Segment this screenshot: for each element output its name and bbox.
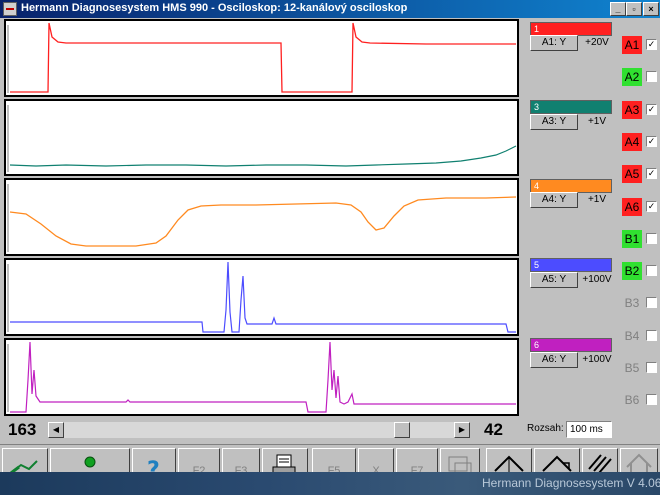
channel-select-label: A4: [622, 132, 642, 151]
channel-a6-scale: +100V: [582, 354, 612, 365]
range-input[interactable]: 100 ms: [566, 421, 612, 438]
channel-select-label: A3: [622, 100, 642, 119]
channel-select-label: A2: [622, 68, 642, 87]
channel-select-a5[interactable]: A5 ✓: [620, 163, 658, 185]
channel-select-checkbox[interactable]: ✓: [646, 168, 657, 180]
channel-select-checkbox[interactable]: ✓: [646, 39, 657, 50]
trace-a4: [7, 184, 517, 252]
channel-header-4: 4: [530, 179, 612, 193]
close-button[interactable]: ×: [643, 2, 659, 16]
trace-a6: [7, 341, 516, 413]
scroll-thumb[interactable]: [394, 422, 410, 438]
channel-header-6: 6: [530, 338, 612, 352]
trace-a1: [7, 22, 516, 93]
channel-select-checkbox[interactable]: [646, 329, 657, 341]
channel-a1-scale: +20V: [585, 37, 609, 48]
time-scrollbar[interactable]: ◀ ▶: [48, 422, 470, 438]
channel-select-b4[interactable]: B4: [620, 325, 658, 347]
channel-a6-button[interactable]: A6: Y: [530, 352, 578, 368]
channel-select-a2[interactable]: A2: [620, 66, 658, 88]
channel-a4-scale: +1V: [587, 194, 607, 205]
position-left: 163: [8, 420, 37, 439]
channel-select-checkbox[interactable]: [646, 265, 657, 277]
channel-select-checkbox[interactable]: [646, 71, 657, 83]
channel-select-label: B1: [622, 229, 642, 248]
title-bar: Hermann Diagnosesystem HMS 990 - Oscilos…: [0, 0, 660, 18]
window-title: Hermann Diagnosesystem HMS 990 - Oscilos…: [21, 2, 408, 14]
app-icon: [3, 2, 17, 16]
channel-select-a4[interactable]: A4 ✓: [620, 131, 658, 153]
channel-select-label: B2: [622, 262, 642, 281]
channel-select-checkbox[interactable]: ✓: [646, 200, 657, 212]
range-label: Rozsah:: [527, 423, 564, 434]
channel-select-checkbox[interactable]: ✓: [646, 135, 657, 147]
channel-header-3: 3: [530, 100, 612, 114]
channel-select-label: A1: [622, 36, 642, 54]
channel-select-b3[interactable]: B3: [620, 292, 658, 314]
trace-a5: [7, 261, 516, 333]
channel-select-a6[interactable]: A6 ✓: [620, 196, 658, 218]
channel-settings: 1 A1: Y +20V 3 A3: Y +1V 4 A4: Y +1V 5 A…: [524, 18, 616, 418]
scroll-left-button[interactable]: ◀: [48, 422, 64, 438]
channel-select-label: B4: [624, 328, 640, 343]
channel-select-checkbox[interactable]: [646, 362, 657, 373]
channel-select-label: B3: [624, 296, 640, 311]
channel-a3-scale: +1V: [587, 116, 607, 127]
channel-select-b6[interactable]: B6: [620, 389, 658, 411]
channel-select-label: A6: [622, 197, 642, 216]
channel-select-label: B5: [624, 361, 640, 375]
channel-a5-button[interactable]: A5: Y: [530, 272, 578, 288]
scroll-row: 163 ◀ ▶ 42 Rozsah: 100 ms: [0, 419, 660, 443]
channel-header-5: 5: [530, 258, 612, 272]
channel-select-b5[interactable]: B5: [620, 357, 658, 379]
channel-select-b1[interactable]: B1: [620, 228, 658, 250]
minimize-button[interactable]: _: [610, 2, 626, 16]
trace-a3: [7, 105, 517, 172]
restore-button[interactable]: ▫: [626, 2, 642, 16]
channel-select-checkbox[interactable]: [646, 394, 657, 406]
channel-select-b2[interactable]: B2: [620, 260, 658, 282]
position-right: 42: [484, 420, 503, 439]
scope-panel-a1[interactable]: [4, 19, 519, 97]
scope-panel-a5[interactable]: [4, 258, 519, 336]
channel-select-a3[interactable]: A3 ✓: [620, 99, 658, 121]
oscilloscope-area: [0, 18, 522, 418]
channel-select-checkbox[interactable]: [646, 232, 657, 244]
channel-select-checkbox[interactable]: [646, 297, 657, 309]
channel-a4-button[interactable]: A4: Y: [530, 192, 578, 208]
channel-select-label: B6: [624, 393, 640, 408]
scroll-right-button[interactable]: ▶: [454, 422, 470, 438]
scope-panel-a3[interactable]: [4, 99, 519, 176]
channel-select-label: A5: [622, 165, 642, 184]
channel-selector: A1 ✓ A2 A3 ✓ A4 ✓ A5 ✓ A6 ✓ B1 B2 B3 B4 B5 B6: [618, 18, 660, 418]
scope-panel-a4[interactable]: [4, 178, 519, 256]
scope-panel-a6[interactable]: [4, 338, 519, 416]
channel-select-checkbox[interactable]: ✓: [646, 103, 657, 115]
version-label: Hermann Diagnosesystem V 4.06: [482, 476, 660, 490]
channel-a5-scale: +100V: [582, 274, 612, 285]
channel-header-1: 1: [530, 22, 612, 36]
channel-a3-button[interactable]: A3: Y: [530, 114, 578, 130]
channel-select-a1[interactable]: A1 ✓: [620, 34, 658, 56]
channel-a1-button[interactable]: A1: Y: [530, 35, 578, 51]
